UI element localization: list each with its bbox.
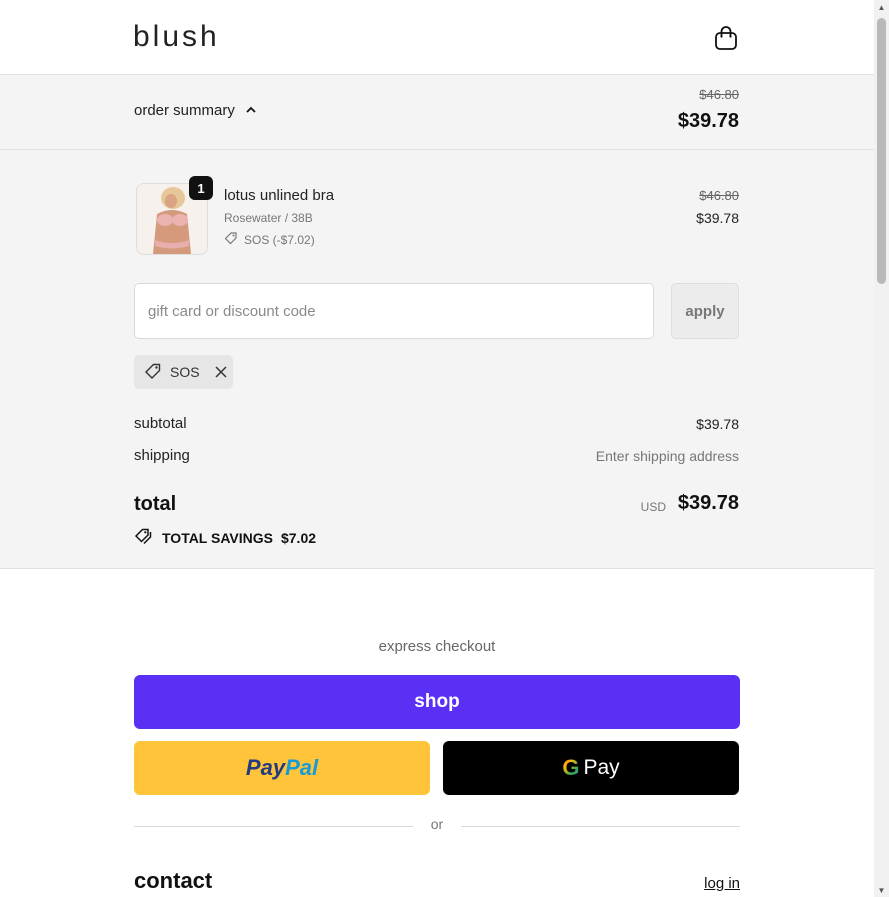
total-savings-label: TOTAL SAVINGS	[162, 529, 273, 546]
chevron-up-icon	[245, 102, 257, 119]
order-summary-label: order summary	[134, 102, 235, 119]
product-name: lotus unlined bra	[224, 187, 335, 204]
order-summary-bar: order summary $46.80 $39.78	[0, 75, 874, 150]
shop-pay-button[interactable]: shop	[134, 675, 740, 729]
or-separator: or	[430, 816, 444, 832]
apply-button[interactable]: apply	[671, 283, 739, 339]
order-summary-toggle[interactable]: order summary	[134, 102, 257, 119]
express-checkout-label: express checkout	[378, 638, 496, 655]
tags-icon	[134, 527, 154, 548]
scrollbar-thumb[interactable]	[877, 18, 886, 284]
paypal-logo-pay: Pay	[245, 755, 286, 780]
product-price: $39.78	[696, 210, 739, 226]
page-scrollbar[interactable]: ▲ ▼	[874, 0, 889, 897]
shipping-value: Enter shipping address	[595, 448, 739, 464]
total-savings: TOTAL SAVINGS $7.02	[134, 527, 316, 548]
tag-icon	[144, 362, 162, 383]
divider-right	[461, 826, 740, 827]
scroll-down-arrow-icon[interactable]: ▼	[874, 883, 889, 897]
log-in-link[interactable]: log in	[704, 875, 740, 892]
product-discount: SOS (-$7.02)	[224, 231, 315, 248]
order-summary-panel: 1 lotus unlined bra Rosewater / 38B SOS …	[0, 150, 874, 569]
product-discount-label: SOS (-$7.02)	[244, 232, 315, 247]
quantity-badge: 1	[189, 176, 213, 200]
tag-icon	[224, 231, 238, 248]
product-variant: Rosewater / 38B	[224, 211, 313, 225]
applied-discount-chip: SOS	[134, 355, 233, 389]
shopping-bag-icon[interactable]	[712, 24, 740, 52]
google-pay-button[interactable]: G Pay	[443, 741, 739, 795]
applied-discount-code: SOS	[170, 364, 200, 380]
scroll-up-arrow-icon[interactable]: ▲	[874, 0, 889, 14]
total-label: total	[134, 493, 177, 515]
google-g-icon: G	[562, 755, 580, 780]
total-savings-value: $7.02	[280, 529, 317, 546]
summary-price: $39.78	[677, 110, 739, 132]
total-value: $39.78	[677, 492, 739, 514]
subtotal-label: subtotal	[134, 415, 187, 432]
paypal-logo-pal: Pal	[285, 755, 319, 780]
shop-pay-label: shop	[414, 691, 460, 712]
google-pay-label: Pay	[583, 756, 620, 779]
discount-code-input[interactable]	[134, 283, 654, 339]
paypal-button[interactable]: Pay Pal	[134, 741, 430, 795]
remove-discount-icon[interactable]	[214, 365, 228, 379]
shipping-label: shipping	[134, 447, 190, 464]
total-currency: USD	[640, 500, 666, 514]
summary-original-price: $46.80	[699, 87, 739, 102]
subtotal-value: $39.78	[696, 416, 739, 432]
contact-heading: contact	[134, 868, 213, 893]
brand-logo[interactable]: blush	[133, 20, 220, 54]
product-original-price: $46.80	[699, 188, 739, 203]
site-header: blush	[0, 0, 874, 75]
